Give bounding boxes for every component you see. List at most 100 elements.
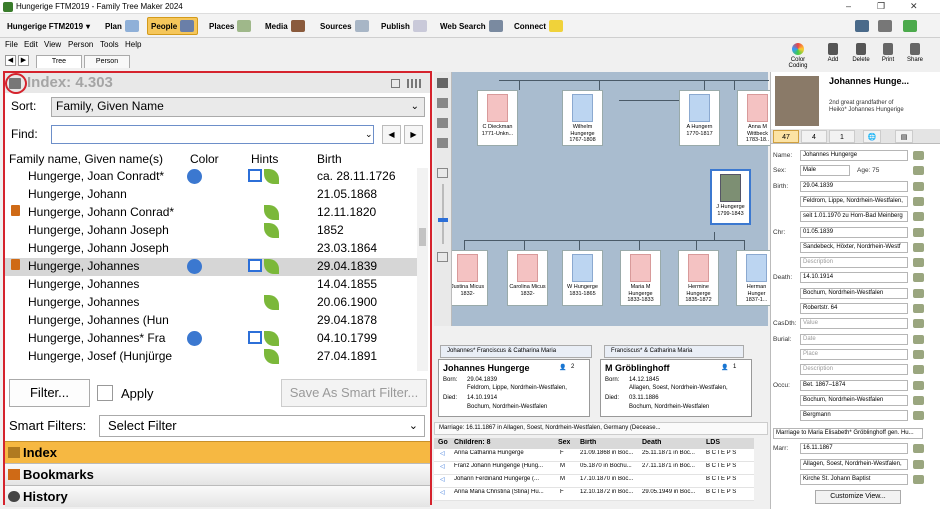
source-citation-icon[interactable] bbox=[913, 319, 924, 329]
source-citation-icon[interactable] bbox=[913, 395, 924, 405]
husband-card[interactable]: Johannes Hungerge 👤 2 Born: 29.04.1839 Fe… bbox=[438, 359, 590, 417]
person-card[interactable]: Maria M Hungerge 1833-1833 bbox=[620, 250, 661, 306]
field-input[interactable]: Description bbox=[800, 257, 908, 269]
section-index[interactable]: Index bbox=[5, 441, 430, 463]
col-hints-header[interactable]: Hints bbox=[251, 152, 278, 166]
person-card[interactable]: Justina Micus 1832- bbox=[447, 250, 488, 306]
hint-leaf-icon[interactable] bbox=[264, 223, 279, 238]
field-input[interactable]: Bet. 1867–1874 bbox=[800, 379, 908, 391]
tab-people[interactable]: People bbox=[147, 17, 199, 35]
find-previous-button[interactable]: ◀ bbox=[382, 125, 401, 144]
share-icon[interactable] bbox=[910, 43, 920, 55]
hint-box-icon[interactable] bbox=[248, 331, 262, 344]
index-view-icon[interactable] bbox=[391, 79, 400, 88]
child-row[interactable]: ◁ Anna Catharina Hungerge F 21.09.1868 in B… bbox=[434, 449, 754, 462]
hint-leaf-icon[interactable] bbox=[264, 169, 279, 184]
hint-leaf-icon[interactable] bbox=[264, 295, 279, 310]
delete-person-icon[interactable] bbox=[856, 43, 866, 55]
child-row[interactable]: ◁ Johann Ferdinand Hungerge (... M 17.10.18… bbox=[434, 475, 754, 488]
section-bookmarks[interactable]: Bookmarks bbox=[5, 463, 430, 485]
source-citation-icon[interactable] bbox=[913, 242, 924, 252]
tab-web-icon[interactable]: 🌐 bbox=[863, 130, 881, 143]
field-input[interactable]: Sandebeck, Höxter, Nordrhein-Westf bbox=[800, 241, 908, 253]
field-input[interactable]: Male bbox=[800, 165, 850, 177]
find-next-button[interactable]: ▶ bbox=[404, 125, 423, 144]
field-input[interactable]: Description bbox=[800, 364, 908, 376]
hint-box-icon[interactable] bbox=[248, 259, 262, 272]
zoom-slider-track[interactable] bbox=[442, 184, 444, 244]
table-row[interactable]: Hungerge, Johann 21.05.1868 bbox=[5, 186, 417, 204]
tab-facts[interactable]: 47 bbox=[773, 130, 799, 143]
table-row[interactable]: Hungerge, Johannes (Hun 29.04.1878 bbox=[5, 312, 417, 330]
scrollbar-thumb[interactable] bbox=[419, 228, 426, 246]
source-citation-icon[interactable] bbox=[913, 151, 924, 160]
table-row[interactable]: Hungerge, Johannes 29.04.1839 bbox=[5, 258, 417, 276]
minimize-button[interactable]: – bbox=[846, 1, 851, 11]
tab-places[interactable]: Places bbox=[206, 17, 254, 35]
field-input[interactable]: Date bbox=[800, 333, 908, 345]
tab-connect[interactable]: Connect bbox=[511, 17, 566, 35]
wife-card[interactable]: M Gröblinghoff 👤 1 Born: 14.12.1845 Allag… bbox=[600, 359, 752, 417]
source-citation-icon[interactable] bbox=[913, 288, 924, 298]
columns-icon[interactable] bbox=[407, 79, 421, 88]
exit-icon[interactable] bbox=[903, 20, 917, 32]
field-input[interactable]: seit 1.01.1970 zu Horn-Bad Meinberg bbox=[800, 211, 908, 223]
field-input[interactable]: Allagen, Soest, Nordrhein-Westfalen, bbox=[800, 458, 908, 470]
person-card[interactable]: C Dieckman 1771-Unkn... bbox=[477, 90, 518, 146]
hint-leaf-icon[interactable] bbox=[264, 349, 279, 364]
save-smart-filter-button[interactable]: Save As Smart Filter... bbox=[281, 379, 427, 407]
apply-checkbox[interactable] bbox=[97, 385, 113, 401]
source-citation-icon[interactable] bbox=[913, 166, 924, 176]
go-arrow-icon[interactable]: ◁ bbox=[440, 463, 445, 470]
table-row[interactable]: Hungerge, Johannes 20.06.1900 bbox=[5, 294, 417, 312]
source-citation-icon[interactable] bbox=[913, 304, 924, 313]
zoom-slider-handle[interactable] bbox=[438, 218, 448, 222]
zoom-out-icon[interactable] bbox=[437, 252, 448, 262]
person-card[interactable]: J Hungerge 1799-1843 bbox=[710, 169, 751, 225]
table-row[interactable]: Hungerge, Johann Joseph 1852 bbox=[5, 222, 417, 240]
marriage-to-field[interactable]: Marriage to Maria Elisabeth* Gröblinghof… bbox=[773, 428, 923, 440]
parents-right-button[interactable]: Franciscus* & Catharina Maria bbox=[604, 345, 744, 358]
field-input[interactable]: 14.10.1914 bbox=[800, 272, 908, 284]
field-input[interactable]: Bochum, Nordrhein-Westfalen bbox=[800, 287, 908, 299]
tab-publish[interactable]: Publish bbox=[378, 17, 430, 35]
field-input[interactable]: Bergmann bbox=[800, 410, 908, 422]
source-citation-icon[interactable] bbox=[913, 181, 924, 191]
source-citation-icon[interactable] bbox=[913, 227, 924, 237]
marriage-line[interactable]: Marriage: 16.11.1867 in Allagen, Soest, … bbox=[434, 422, 768, 435]
field-input[interactable]: Robertstr. 64 bbox=[800, 303, 908, 314]
field-input[interactable]: Feldrom, Lippe, Nordrhein-Westfalen, bbox=[800, 195, 908, 207]
chart-view-icon[interactable] bbox=[437, 138, 448, 148]
close-button[interactable]: ✕ bbox=[910, 1, 918, 12]
person-card[interactable]: Wilhelm Hungerge 1767-1808 bbox=[562, 90, 603, 146]
source-citation-icon[interactable] bbox=[913, 258, 924, 268]
field-input[interactable]: Bochum, Nordrhein-Westfalen bbox=[800, 394, 908, 406]
table-row[interactable]: Hungerge, Josef (Hunjürge 27.04.1891 bbox=[5, 348, 417, 366]
person-card[interactable]: Hermine Hungerge 1835-1872 bbox=[678, 250, 719, 306]
col-birth-header[interactable]: Birth bbox=[317, 152, 342, 166]
source-citation-icon[interactable] bbox=[913, 444, 924, 454]
print-icon[interactable] bbox=[883, 43, 893, 55]
source-citation-icon[interactable] bbox=[913, 365, 924, 375]
field-input[interactable]: 01.05.1839 bbox=[800, 226, 908, 238]
sort-dropdown[interactable]: Family, Given Name ⌄ bbox=[51, 97, 425, 117]
profile-icon[interactable] bbox=[855, 20, 869, 32]
person-card[interactable]: A Hungern 1770-1817 bbox=[679, 90, 720, 146]
table-row[interactable]: Hungerge, Joan Conradt* ca. 28.11.1726 bbox=[5, 168, 417, 186]
source-citation-icon[interactable] bbox=[913, 411, 924, 421]
person-card[interactable]: W Hungerge 1831-1865 bbox=[562, 250, 603, 306]
field-input[interactable]: 16.11.1867 bbox=[800, 443, 908, 455]
hint-box-icon[interactable] bbox=[248, 169, 262, 182]
home-icon[interactable] bbox=[437, 78, 448, 88]
section-history[interactable]: History bbox=[5, 485, 430, 507]
source-citation-icon[interactable] bbox=[913, 349, 924, 359]
field-input[interactable]: 29.04.1839 bbox=[800, 180, 908, 192]
add-person-icon[interactable] bbox=[828, 43, 838, 55]
tab-media[interactable]: Media bbox=[262, 17, 308, 35]
tab-web-search[interactable]: Web Search bbox=[437, 17, 506, 35]
pedigree-icon[interactable] bbox=[437, 98, 448, 108]
zoom-in-icon[interactable] bbox=[437, 168, 448, 178]
find-input[interactable] bbox=[51, 125, 374, 144]
filter-button[interactable]: Filter... bbox=[9, 379, 90, 407]
smart-filter-dropdown[interactable]: Select Filter ⌄ bbox=[99, 415, 425, 437]
